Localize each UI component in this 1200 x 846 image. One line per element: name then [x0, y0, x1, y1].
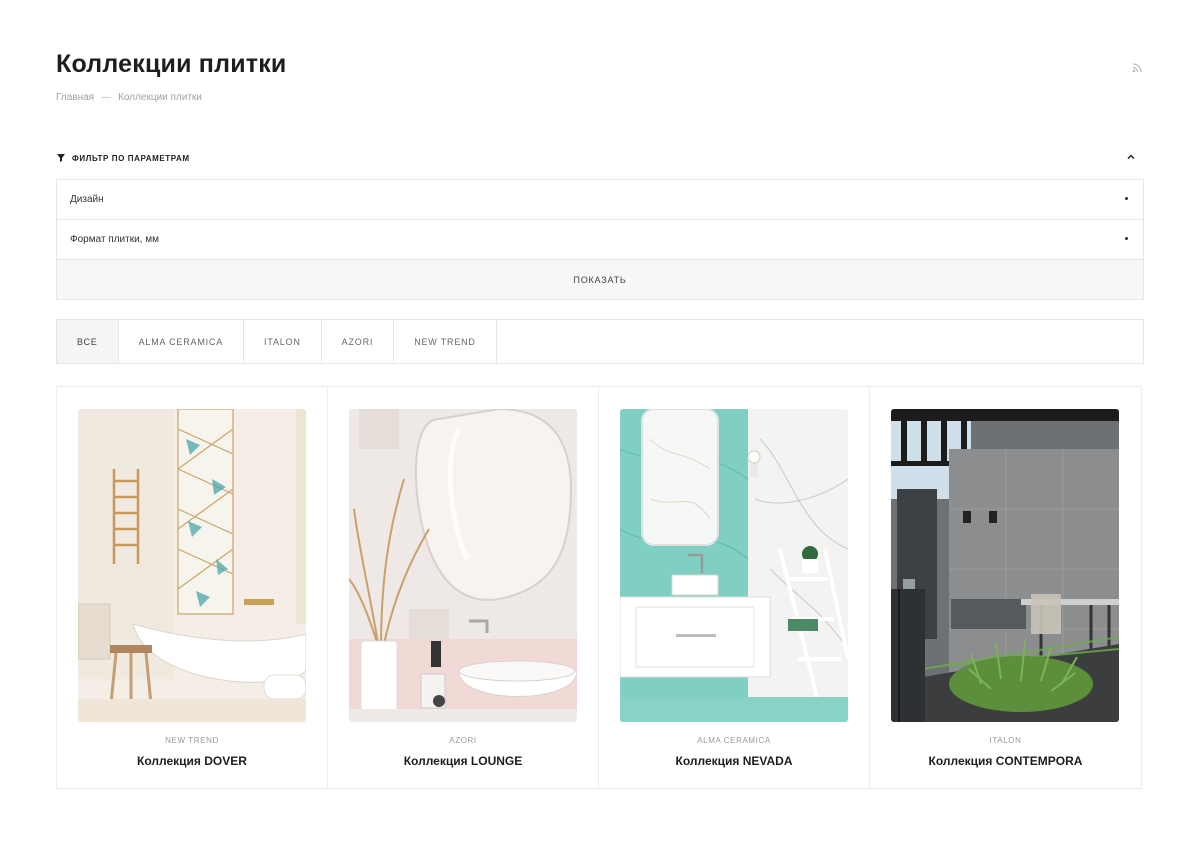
filter-design-select[interactable]: Дизайн: [57, 180, 1143, 220]
page-title: Коллекции плитки: [56, 50, 287, 78]
chevron-up-icon[interactable]: [1126, 152, 1136, 162]
filter-format-select[interactable]: Формат плитки, мм: [57, 220, 1143, 260]
collection-image[interactable]: [891, 409, 1119, 722]
filter-panel: Дизайн Формат плитки, мм ПОКАЗАТЬ: [56, 179, 1144, 300]
filter-header[interactable]: ФИЛЬТР ПО ПАРАМЕТРАМ: [56, 150, 1144, 166]
collections-grid: NEW TREND Коллекция DOVER AZORI Коллекци…: [56, 386, 1142, 789]
collection-card[interactable]: AZORI Коллекция LOUNGE: [328, 387, 599, 788]
funnel-icon: [57, 154, 65, 162]
collection-name[interactable]: Коллекция CONTEMPORA: [870, 754, 1141, 768]
filter-title: ФИЛЬТР ПО ПАРАМЕТРАМ: [72, 153, 190, 163]
collection-image[interactable]: [349, 409, 577, 722]
tab-italon[interactable]: ITALON: [244, 320, 322, 363]
rss-icon[interactable]: [1131, 60, 1145, 74]
tab-azori[interactable]: AZORI: [322, 320, 395, 363]
filter-design-label: Дизайн: [70, 194, 104, 205]
collection-brand: ALMA CERAMICA: [697, 736, 771, 745]
collection-brand: AZORI: [449, 736, 477, 745]
breadcrumb-separator: —: [101, 92, 112, 103]
collection-card[interactable]: ALMA CERAMICA Коллекция NEVADA: [599, 387, 870, 788]
tab-alma-ceramica[interactable]: ALMA CERAMICA: [119, 320, 245, 363]
collection-brand: ITALON: [989, 736, 1022, 745]
collection-card[interactable]: NEW TREND Коллекция DOVER: [57, 387, 328, 788]
collection-name[interactable]: Коллекция LOUNGE: [328, 754, 598, 768]
dropdown-indicator-icon: [1125, 197, 1128, 200]
collection-image[interactable]: [620, 409, 848, 722]
dropdown-indicator-icon: [1125, 237, 1128, 240]
collection-card[interactable]: ITALON Коллекция CONTEMPORA: [870, 387, 1141, 788]
collection-brand: NEW TREND: [165, 736, 219, 745]
collection-image[interactable]: [78, 409, 306, 722]
collection-name[interactable]: Коллекция DOVER: [57, 754, 327, 768]
breadcrumb-home-link[interactable]: Главная: [56, 92, 94, 103]
collection-name[interactable]: Коллекция NEVADA: [599, 754, 869, 768]
tab-new-trend[interactable]: NEW TREND: [394, 320, 497, 363]
breadcrumb: Главная — Коллекции плитки: [56, 92, 202, 103]
breadcrumb-current: Коллекции плитки: [118, 92, 202, 103]
show-button[interactable]: ПОКАЗАТЬ: [57, 260, 1143, 299]
tab-all[interactable]: ВСЕ: [57, 320, 119, 363]
brand-tabs: ВСЕ ALMA CERAMICA ITALON AZORI NEW TREND: [56, 319, 1144, 364]
filter-format-label: Формат плитки, мм: [70, 234, 159, 245]
